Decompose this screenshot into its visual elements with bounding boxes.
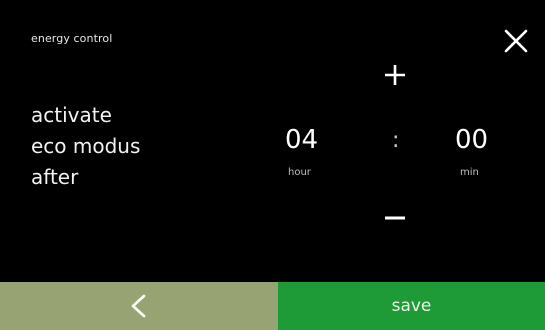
close-button[interactable] <box>501 26 531 56</box>
header-title: energy control <box>31 32 113 45</box>
decrease-button[interactable] <box>380 203 410 233</box>
time-separator: : <box>392 128 400 153</box>
description: activate eco modus after <box>31 100 140 193</box>
minute-label: min <box>460 167 479 178</box>
chevron-left-icon <box>131 294 146 318</box>
hour-value[interactable]: 04 <box>285 125 318 155</box>
description-line-2: eco modus <box>31 134 141 158</box>
description-line-1: activate <box>31 103 112 127</box>
minus-icon <box>385 216 405 220</box>
minute-value[interactable]: 00 <box>455 125 488 155</box>
increase-button[interactable] <box>380 60 410 90</box>
close-icon <box>504 29 528 53</box>
plus-icon <box>385 65 405 85</box>
save-button[interactable]: save <box>278 282 545 330</box>
hour-label: hour <box>288 167 311 178</box>
footer-bar: save <box>0 282 545 330</box>
back-button[interactable] <box>0 282 278 330</box>
description-line-3: after <box>31 165 79 189</box>
